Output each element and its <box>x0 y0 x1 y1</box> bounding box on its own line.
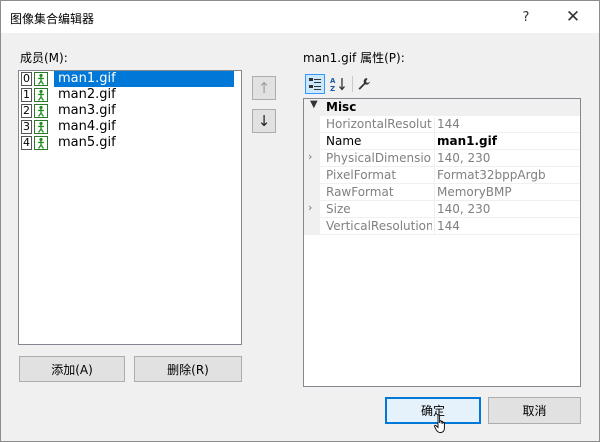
row-gutter <box>304 116 320 133</box>
image-icon <box>34 72 48 86</box>
cancel-button[interactable]: 取消 <box>488 397 581 424</box>
property-row[interactable]: RawFormat MemoryBMP <box>304 184 580 201</box>
close-button[interactable]: ✕ <box>551 3 595 31</box>
svg-text:A: A <box>330 77 336 85</box>
category-name: Misc <box>326 100 357 114</box>
property-value[interactable]: MemoryBMP <box>437 185 512 199</box>
row-gutter <box>304 184 320 201</box>
image-icon <box>34 88 48 102</box>
row-gutter <box>304 133 320 150</box>
list-item[interactable]: 0 man1.gif <box>19 71 241 87</box>
column-divider[interactable] <box>434 116 435 133</box>
list-item[interactable]: 3 man4.gif <box>19 119 241 135</box>
image-collection-editor-dialog: 图像集合编辑器 ? ✕ 成员(M): 0 man1.gif 1 man2.gif… <box>0 0 600 442</box>
property-value[interactable]: 144 <box>437 219 460 233</box>
member-index: 3 <box>21 120 32 134</box>
member-name: man1.gif <box>54 71 234 87</box>
property-name: RawFormat <box>326 185 394 199</box>
property-value[interactable]: 140, 230 <box>437 151 490 165</box>
image-icon <box>34 104 48 118</box>
list-item[interactable]: 1 man2.gif <box>19 87 241 103</box>
member-name: man4.gif <box>58 119 116 134</box>
property-row[interactable]: Name man1.gif <box>304 133 580 150</box>
column-divider[interactable] <box>434 218 435 235</box>
move-down-button[interactable]: ↓ <box>252 109 276 133</box>
categorized-icon[interactable] <box>305 74 325 94</box>
member-index: 0 <box>21 72 32 86</box>
category-row[interactable]: ▼ Misc <box>304 99 580 116</box>
property-name: PixelFormat <box>326 168 397 182</box>
property-value[interactable]: man1.gif <box>437 134 497 148</box>
property-name: VerticalResolution <box>326 219 432 233</box>
property-name: Size <box>326 202 351 216</box>
add-button[interactable]: 添加(A) <box>19 356 125 382</box>
property-row[interactable]: HorizontalResolution 144 <box>304 116 580 133</box>
wrench-icon[interactable] <box>354 74 374 94</box>
property-value[interactable]: Format32bppArgb <box>437 168 546 182</box>
column-divider[interactable] <box>434 184 435 201</box>
property-value[interactable]: 140, 230 <box>437 202 490 216</box>
row-gutter <box>304 167 320 184</box>
image-icon <box>34 120 48 134</box>
property-name: PhysicalDimension <box>326 151 432 165</box>
column-divider[interactable] <box>434 167 435 184</box>
property-grid[interactable]: ▼ Misc HorizontalResolution 144 Name man… <box>303 98 581 387</box>
hand-cursor-icon <box>434 414 445 433</box>
member-name: man2.gif <box>58 87 116 102</box>
member-index: 2 <box>21 104 32 118</box>
property-row[interactable]: VerticalResolution 144 <box>304 218 580 235</box>
row-gutter <box>304 218 320 235</box>
property-row[interactable]: › Size 140, 230 <box>304 201 580 218</box>
svg-text:Z: Z <box>330 85 335 92</box>
list-item[interactable]: 4 man5.gif <box>19 135 241 151</box>
members-list[interactable]: 0 man1.gif 1 man2.gif 2 man3.gif 3 man4.… <box>18 70 242 345</box>
list-item[interactable]: 2 man3.gif <box>19 103 241 119</box>
chevron-right-icon[interactable]: › <box>308 201 312 214</box>
property-row[interactable]: PixelFormat Format32bppArgb <box>304 167 580 184</box>
remove-button[interactable]: 删除(R) <box>134 356 242 382</box>
member-name: man3.gif <box>58 103 116 118</box>
property-grid-toolbar: AZ <box>304 72 386 96</box>
move-up-button[interactable]: ↑ <box>252 76 276 100</box>
member-name: man5.gif <box>58 135 116 150</box>
chevron-down-icon[interactable]: ▼ <box>310 99 318 110</box>
window-title: 图像集合编辑器 <box>10 12 95 26</box>
help-button[interactable]: ? <box>504 3 548 31</box>
member-index: 1 <box>21 88 32 102</box>
image-icon <box>34 136 48 150</box>
members-label: 成员(M): <box>20 51 68 65</box>
property-name: HorizontalResolution <box>326 117 432 131</box>
property-value[interactable]: 144 <box>437 117 460 131</box>
properties-label: man1.gif 属性(P): <box>303 51 405 65</box>
ok-button[interactable]: 确定 <box>385 397 481 424</box>
title-bar: 图像集合编辑器 ? ✕ <box>1 1 599 33</box>
property-row[interactable]: › PhysicalDimension 140, 230 <box>304 150 580 167</box>
property-name: Name <box>326 134 362 148</box>
column-divider[interactable] <box>434 201 435 218</box>
column-divider[interactable] <box>434 150 435 167</box>
member-index: 4 <box>21 136 32 150</box>
toolbar-separator <box>352 76 353 92</box>
column-divider[interactable] <box>434 133 435 150</box>
chevron-right-icon[interactable]: › <box>308 150 312 163</box>
alphabetical-icon[interactable]: AZ <box>328 74 348 94</box>
